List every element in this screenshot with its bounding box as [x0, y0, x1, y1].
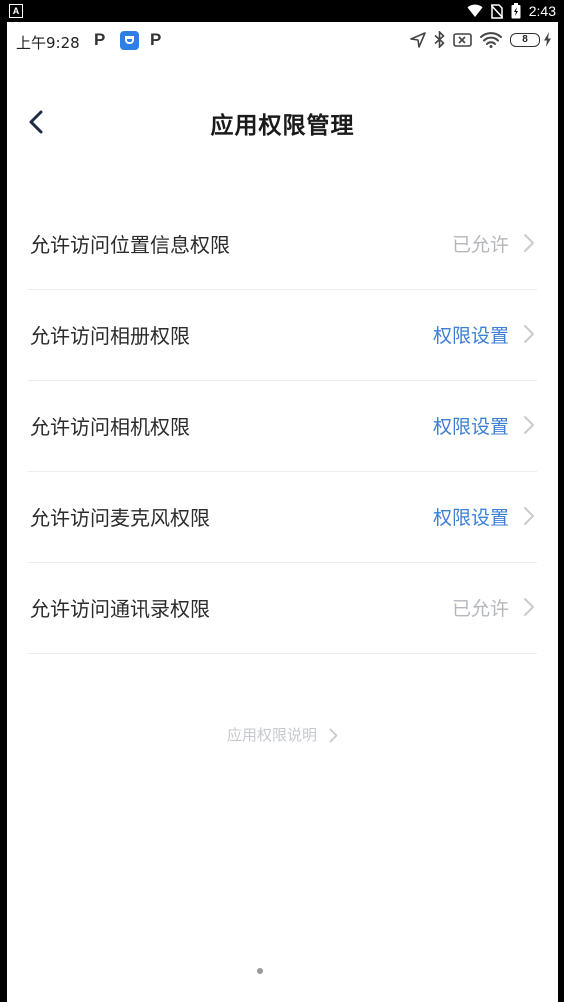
- permission-status: 已允许: [451, 234, 509, 256]
- chevron-right-icon: [524, 234, 534, 252]
- bluetooth-icon: [434, 31, 445, 48]
- permission-row-album[interactable]: 允许访问相册权限 权限设置: [28, 290, 537, 381]
- permission-settings-link[interactable]: 权限设置: [433, 321, 509, 348]
- wifi-icon: [480, 31, 502, 48]
- page-indicator-dot: [257, 968, 263, 974]
- status-bar: 上午9:28 P P 8: [7, 22, 558, 60]
- status-icons: 8: [410, 31, 552, 48]
- permission-row-microphone[interactable]: 允许访问麦克风权限 权限设置: [28, 472, 537, 563]
- permission-row-camera[interactable]: 允许访问相机权限 权限设置: [28, 381, 537, 472]
- app-screen: 上午9:28 P P 8 应用权限管理 允许访问位置信息权限 已允许 允许访问相…: [7, 22, 558, 1002]
- permission-label: 允许访问通讯录权限: [30, 597, 210, 621]
- permission-status: 已允许: [451, 598, 509, 620]
- permission-label: 允许访问麦克风权限: [30, 506, 210, 530]
- permission-settings-link[interactable]: 权限设置: [433, 412, 509, 439]
- chevron-right-icon: [524, 507, 534, 525]
- wifi-icon: [467, 4, 483, 17]
- permission-list: 允许访问位置信息权限 已允许 允许访问相册权限 权限设置 允许访问相机权限 权限…: [28, 199, 537, 654]
- permission-label: 允许访问相机权限: [30, 415, 190, 439]
- battery-icon: 8: [510, 32, 540, 47]
- explanation-link-label: 应用权限说明: [226, 726, 317, 744]
- battery-charging-icon: [511, 3, 521, 19]
- p-app-icon: P: [150, 30, 162, 49]
- charging-bolt-icon: [544, 32, 551, 47]
- location-arrow-icon: [410, 31, 426, 48]
- page-header: 应用权限管理: [7, 82, 558, 162]
- page-title: 应用权限管理: [210, 113, 355, 139]
- system-bar: A 2:43: [0, 0, 564, 22]
- p-app-icon: P: [94, 30, 106, 49]
- permission-row-contacts[interactable]: 允许访问通讯录权限 已允许: [28, 563, 537, 654]
- no-sim-icon: [453, 32, 472, 47]
- no-sim-icon: [490, 3, 503, 19]
- chevron-right-icon: [524, 416, 534, 434]
- chevron-right-icon: [524, 598, 534, 616]
- permission-label: 允许访问位置信息权限: [30, 233, 230, 257]
- chevron-right-icon: [524, 325, 534, 343]
- status-time: 上午9:28: [16, 34, 80, 52]
- permission-explanation-link[interactable]: 应用权限说明: [7, 724, 558, 745]
- chevron-right-icon: [329, 728, 338, 743]
- notification-a-icon: A: [9, 4, 23, 18]
- permission-row-location[interactable]: 允许访问位置信息权限 已允许: [28, 199, 537, 290]
- app-notification-icon: [120, 31, 139, 50]
- system-time: 2:43: [528, 3, 556, 19]
- permission-settings-link[interactable]: 权限设置: [433, 503, 509, 530]
- permission-label: 允许访问相册权限: [30, 324, 190, 348]
- system-status-icons: 2:43: [467, 2, 556, 20]
